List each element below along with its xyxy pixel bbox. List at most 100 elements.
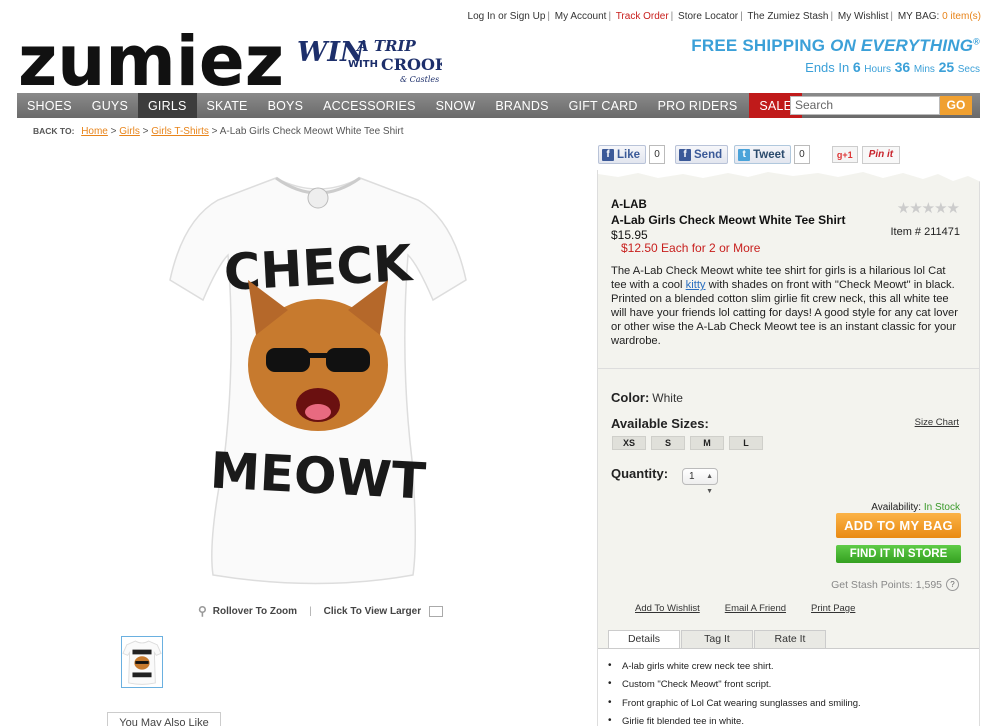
wishlist-link[interactable]: My Wishlist bbox=[838, 11, 889, 22]
shipping-countdown: Ends In 6 Hours 36 Mins 25 Secs bbox=[805, 59, 980, 75]
product-title: A-Lab Girls Check Meowt White Tee Shirt bbox=[611, 213, 846, 227]
facebook-icon: f bbox=[602, 148, 614, 161]
svg-text:zumiez: zumiez bbox=[18, 33, 284, 89]
track-order-link[interactable]: Track Order bbox=[616, 11, 669, 22]
crooks-promo-banner[interactable]: WIN A TRIP WITH CROOKS & Castles bbox=[297, 34, 442, 86]
enlarge-icon[interactable] bbox=[429, 605, 444, 617]
nav-boys[interactable]: BOYS bbox=[258, 93, 314, 118]
nav-brands[interactable]: BRANDS bbox=[485, 93, 558, 118]
shipping-headline: FREE SHIPPING bbox=[691, 36, 826, 55]
search-box: Search GO bbox=[790, 96, 972, 115]
sizes-label: Available Sizes: bbox=[611, 416, 709, 431]
nav-shoes[interactable]: SHOES bbox=[17, 93, 82, 118]
nav-accessories[interactable]: ACCESSORIES bbox=[313, 93, 426, 118]
tab-tag-it[interactable]: Tag It bbox=[681, 630, 753, 649]
rollover-zoom-label: Rollover To Zoom bbox=[212, 605, 298, 617]
details-list: A-lab girls white crew neck tee shirt. C… bbox=[608, 660, 861, 726]
main-nav: SHOES GUYS GIRLS SKATE BOYS ACCESSORIES … bbox=[17, 93, 980, 118]
search-go-button[interactable]: GO bbox=[940, 96, 972, 115]
google-plus-button[interactable]: g +1 bbox=[831, 146, 858, 163]
tab-rate-it[interactable]: Rate It bbox=[754, 630, 826, 649]
breadcrumb-home[interactable]: Home bbox=[81, 126, 108, 137]
my-account-link[interactable]: My Account bbox=[555, 11, 607, 22]
size-chart-link[interactable]: Size Chart bbox=[915, 417, 959, 428]
breadcrumb-back-label: BACK TO: bbox=[33, 126, 75, 136]
svg-text:WITH: WITH bbox=[348, 59, 378, 70]
breadcrumb-girls[interactable]: Girls bbox=[119, 126, 140, 137]
svg-text:A TRIP: A TRIP bbox=[355, 37, 417, 55]
add-to-wishlist-link[interactable]: Add To Wishlist bbox=[635, 603, 700, 614]
view-larger-link[interactable]: Click To View Larger bbox=[324, 606, 421, 617]
facebook-icon: f bbox=[679, 148, 692, 161]
availability: Availability: In Stock bbox=[871, 502, 960, 513]
twitter-bird-icon: t bbox=[738, 148, 751, 161]
image-tools: ⚲ Rollover To Zoom | Click To View Large… bbox=[198, 604, 444, 618]
breadcrumb-tshirts[interactable]: Girls T-Shirts bbox=[151, 126, 209, 137]
product-brand[interactable]: A-LAB bbox=[611, 199, 647, 211]
find-in-store-button[interactable]: FIND IT IN STORE bbox=[836, 545, 961, 563]
utility-links: Log In or Sign Up | My Account | Track Ord… bbox=[467, 11, 981, 22]
quantity-select[interactable]: 1 ▲ ▼ bbox=[682, 468, 718, 495]
zoom-icon: ⚲ bbox=[198, 604, 207, 618]
nav-guys[interactable]: GUYS bbox=[82, 93, 138, 118]
search-input[interactable]: Search bbox=[790, 96, 940, 115]
facebook-send-button[interactable]: f Send bbox=[675, 145, 729, 164]
color-value: White bbox=[652, 391, 683, 405]
tab-details[interactable]: Details bbox=[608, 630, 680, 649]
you-may-also-like-tab[interactable]: You May Also Like bbox=[107, 712, 221, 726]
list-item: Front graphic of Lol Cat wearing sunglas… bbox=[608, 697, 861, 709]
svg-text:CROOKS: CROOKS bbox=[381, 55, 442, 74]
email-friend-link[interactable]: Email A Friend bbox=[725, 603, 786, 614]
list-item: A-lab girls white crew neck tee shirt. bbox=[608, 660, 861, 672]
bag-count-link[interactable]: 0 item(s) bbox=[942, 11, 981, 22]
size-l-button[interactable]: L bbox=[729, 436, 763, 450]
add-to-bag-button[interactable]: ADD TO MY BAG bbox=[836, 513, 961, 538]
nav-gift-card[interactable]: GIFT CARD bbox=[559, 93, 648, 118]
kitty-link[interactable]: kitty bbox=[686, 279, 706, 291]
product-tabs: Details Tag It Rate It bbox=[608, 630, 826, 649]
facebook-like-button[interactable]: f Like bbox=[598, 145, 647, 164]
svg-text:& Castles: & Castles bbox=[400, 75, 439, 84]
tweet-button[interactable]: t Tweet bbox=[734, 145, 791, 164]
color-label: Color: White bbox=[611, 390, 683, 405]
list-item: Girlie fit blended tee in white. bbox=[608, 715, 861, 726]
size-m-button[interactable]: M bbox=[690, 436, 724, 450]
store-locator-link[interactable]: Store Locator bbox=[678, 11, 738, 22]
breadcrumb: BACK TO: Home > Girls > Girls T-Shirts >… bbox=[33, 126, 404, 137]
torn-paper-edge bbox=[598, 170, 981, 182]
item-number: Item # 211471 bbox=[890, 226, 960, 238]
divider bbox=[598, 368, 979, 369]
nav-skate[interactable]: SKATE bbox=[197, 93, 258, 118]
breadcrumb-current: A-Lab Girls Check Meowt White Tee Shirt bbox=[219, 126, 404, 137]
stash-link[interactable]: The Zumiez Stash bbox=[747, 11, 828, 22]
my-bag-label: MY BAG: bbox=[897, 11, 940, 22]
rating-stars[interactable]: ★★★★★ bbox=[897, 199, 960, 217]
stepper-arrows-icon: ▲ ▼ bbox=[706, 473, 713, 495]
product-actions: Add To Wishlist Email A Friend Print Pag… bbox=[635, 603, 855, 614]
product-description: The A-Lab Check Meowt white tee shirt fo… bbox=[611, 265, 958, 347]
login-link[interactable]: Log In or Sign Up bbox=[468, 11, 546, 22]
nav-girls[interactable]: GIRLS bbox=[138, 93, 197, 118]
help-icon[interactable]: ? bbox=[946, 578, 959, 591]
nav-pro-riders[interactable]: PRO RIDERS bbox=[648, 93, 748, 118]
size-options: XS S M L bbox=[612, 436, 763, 450]
list-item: Custom "Check Meowt" front script. bbox=[608, 678, 861, 690]
like-count: 0 bbox=[649, 145, 666, 164]
social-share-bar: f Like 0 f Send t Tweet 0 g +1 Pin it bbox=[598, 145, 901, 164]
product-thumbnail[interactable] bbox=[121, 636, 163, 688]
shirt-text-meowt: MEOWT bbox=[209, 441, 427, 510]
zumiez-logo[interactable]: zumiez bbox=[18, 33, 286, 89]
product-price: $15.95 bbox=[611, 228, 648, 242]
quantity-label: Quantity: bbox=[611, 466, 669, 481]
availability-status: In Stock bbox=[923, 502, 960, 513]
size-xs-button[interactable]: XS bbox=[612, 436, 646, 450]
details-panel: A-lab girls white crew neck tee shirt. C… bbox=[598, 648, 979, 726]
product-image[interactable]: CHECK MEOWT bbox=[168, 160, 468, 586]
size-s-button[interactable]: S bbox=[651, 436, 685, 450]
pin-it-button[interactable]: Pin it bbox=[861, 145, 901, 164]
tweet-count: 0 bbox=[793, 145, 810, 164]
product-info-panel: A-LAB A-Lab Girls Check Meowt White Tee … bbox=[597, 170, 981, 726]
nav-snow[interactable]: SNOW bbox=[426, 93, 486, 118]
print-page-link[interactable]: Print Page bbox=[811, 603, 855, 614]
stash-points: Get Stash Points: 1,595? bbox=[831, 578, 959, 591]
